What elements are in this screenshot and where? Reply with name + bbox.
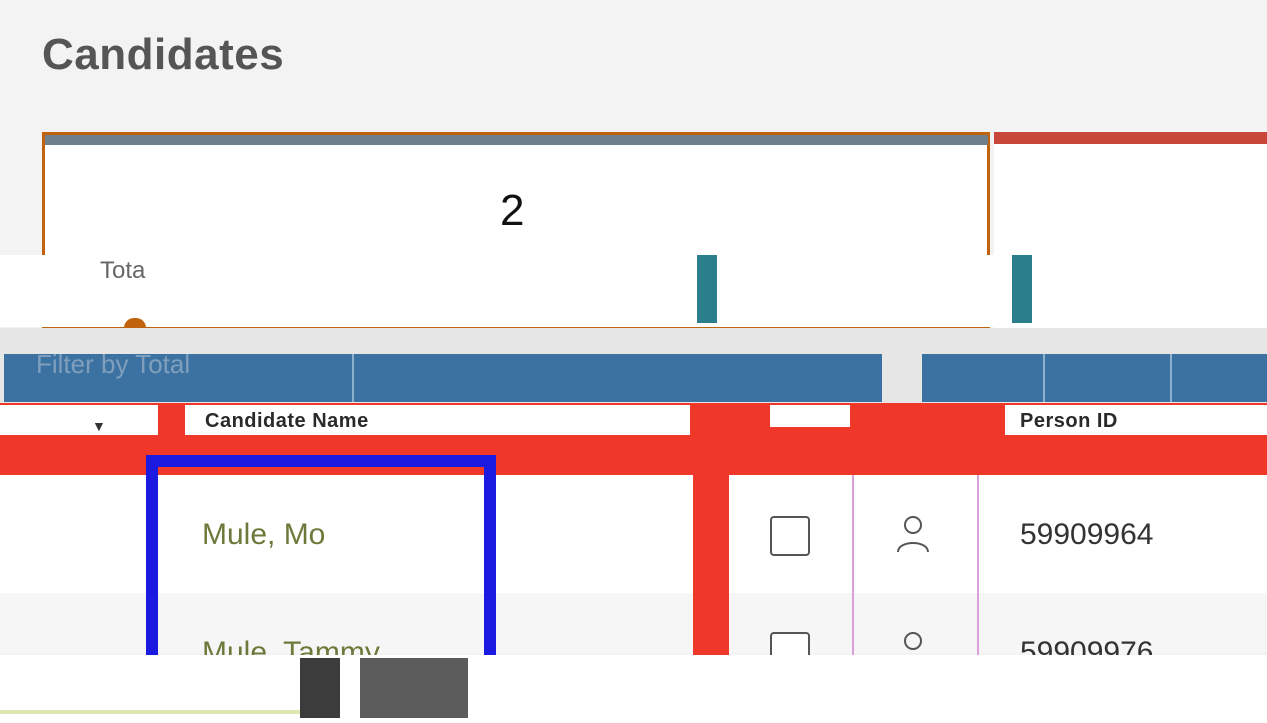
person-id: 59909964 — [1020, 518, 1154, 551]
filter-input[interactable] — [34, 346, 338, 382]
row-checkbox[interactable] — [770, 516, 810, 556]
filter-bar-fill — [922, 354, 1267, 402]
status-bar — [697, 255, 717, 323]
filter-divider — [352, 354, 354, 402]
glitch-line — [0, 710, 300, 714]
total-card-topbar — [45, 135, 988, 145]
column-divider — [852, 475, 854, 655]
status-bar — [1012, 255, 1032, 323]
column-header-person-id-label: Person ID — [1020, 410, 1118, 432]
summary-band — [0, 255, 1267, 327]
row-divider-column — [693, 475, 729, 655]
total-count: 2 — [500, 186, 525, 235]
column-divider — [977, 475, 979, 655]
person-icon[interactable] — [895, 514, 931, 554]
column-header-checkbox[interactable] — [770, 405, 850, 427]
page-title: Candidates — [42, 30, 285, 79]
chevron-down-icon[interactable]: ▼ — [92, 418, 106, 434]
filter-divider — [1043, 354, 1045, 402]
glitch-block — [360, 658, 468, 718]
column-header-name-label: Candidate Name — [205, 410, 369, 432]
filter-divider — [1170, 354, 1172, 402]
total-label: Tota — [100, 257, 146, 284]
header-divider — [693, 403, 729, 475]
select-all-cell[interactable] — [0, 405, 158, 435]
glitch-block — [300, 658, 340, 718]
summary-card-right-topbar — [994, 132, 1267, 144]
